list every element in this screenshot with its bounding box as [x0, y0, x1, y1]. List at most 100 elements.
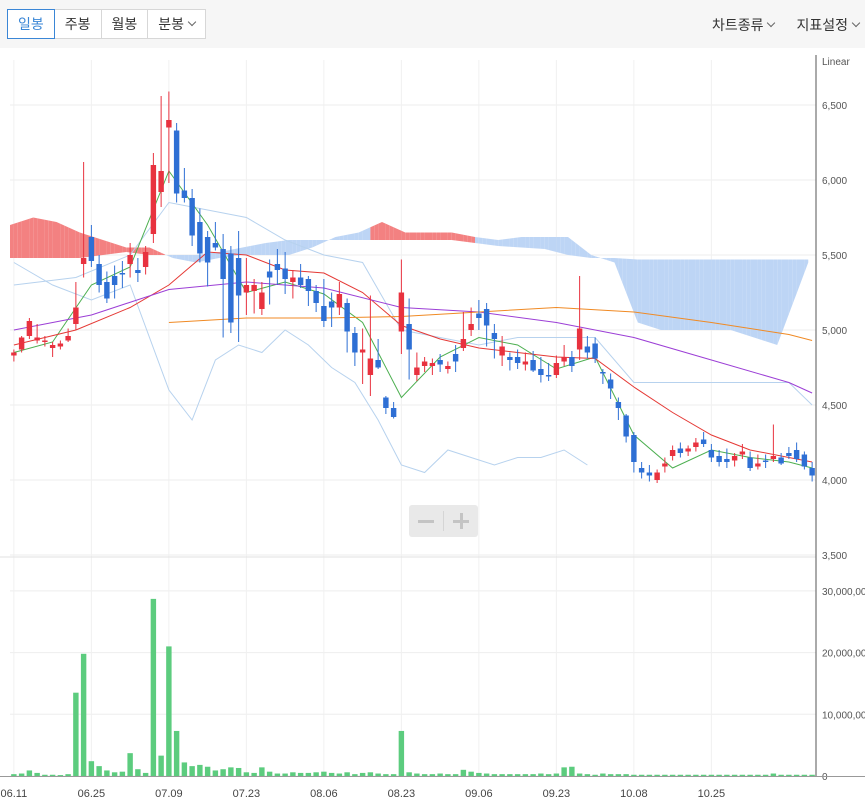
candle-down	[584, 346, 591, 353]
cloud-segment	[661, 259, 665, 330]
volume-bar	[228, 767, 234, 776]
cloud-segment	[258, 243, 262, 255]
candle-down	[375, 360, 381, 368]
candle-up	[166, 120, 172, 128]
volume-bar	[514, 774, 521, 776]
cloud-segment	[765, 259, 770, 343]
volume-bar	[73, 692, 79, 776]
candle-up	[290, 277, 296, 282]
volume-bar	[297, 772, 304, 776]
cloud-segment	[393, 227, 398, 240]
volume-bar	[150, 598, 157, 776]
y-tick-label: 6,500	[822, 101, 847, 112]
cloud-segment	[746, 259, 751, 337]
volume-bar	[801, 774, 808, 776]
volume-bar	[468, 771, 474, 776]
volume-bar	[243, 772, 250, 776]
cloud-segment	[281, 240, 286, 255]
candle-up	[127, 255, 133, 264]
cloud-segment	[498, 239, 503, 247]
volume-bar	[173, 730, 180, 776]
cloud-segment	[362, 229, 367, 240]
candle-down	[646, 472, 653, 476]
candle-down	[88, 237, 95, 261]
y-tick-label: 20,000,00	[822, 649, 865, 660]
volume-bar	[390, 774, 397, 776]
cloud-segment	[347, 234, 351, 240]
candle-up	[561, 357, 567, 362]
volume-bar	[398, 730, 405, 776]
candle-up	[251, 285, 257, 291]
lagging-span-line	[13, 262, 588, 474]
cloud-segment	[742, 259, 747, 335]
volume-bar	[646, 774, 653, 776]
tab-daily-label: 일봉	[18, 16, 44, 32]
cloud-segment	[137, 247, 142, 254]
cloud-segment	[401, 230, 406, 240]
period-tabs: 일봉 주봉 월봉 분봉	[7, 9, 207, 39]
cloud-segment	[250, 245, 255, 255]
volume-bar	[42, 774, 48, 776]
cloud-segment	[800, 259, 805, 284]
cloud-segment	[672, 259, 677, 330]
cloud-segment	[533, 237, 537, 249]
cloud-segment	[118, 245, 123, 253]
x-tick-label: 10.08	[620, 788, 648, 800]
indicator-settings-menu[interactable]: 지표설정	[796, 15, 861, 35]
cloud-segment	[106, 241, 111, 255]
volume-bar	[344, 772, 350, 776]
cloud-segment	[622, 258, 627, 293]
candle-down	[313, 291, 319, 303]
cloud-segment	[761, 259, 766, 342]
tab-monthly[interactable]: 월봉	[100, 9, 149, 39]
cloud-segment	[370, 225, 375, 240]
cloud-segment	[285, 240, 289, 255]
tab-daily[interactable]: 일봉	[7, 9, 55, 39]
cloud-segment	[413, 232, 417, 240]
cloud-segment	[695, 259, 700, 330]
volume-bar	[266, 771, 273, 776]
cloud-segment	[409, 232, 413, 240]
candle-down	[483, 309, 490, 326]
volume-bar	[654, 774, 660, 776]
cloud-segment	[292, 240, 297, 254]
cloud-segment	[630, 259, 634, 313]
cloud-segment	[579, 246, 584, 257]
cloud-segment	[583, 249, 588, 258]
volume-bar	[274, 773, 281, 776]
cloud-segment	[715, 259, 720, 330]
candle-down	[801, 454, 808, 467]
stock-chart[interactable]: 3,500 4,000 4,500 5,000 5,500 6,000 6,500 Linea…	[0, 48, 865, 800]
cloud-segment	[331, 237, 336, 240]
chart-grid	[10, 60, 816, 777]
x-tick-label: 09.23	[543, 788, 571, 800]
volume-bar	[96, 766, 102, 776]
candle-down	[708, 450, 715, 458]
candle-down	[352, 333, 358, 353]
cloud-segment	[277, 241, 282, 255]
candle-down	[677, 448, 684, 453]
volume-series	[11, 598, 815, 776]
cloud-segment	[447, 232, 452, 240]
cloud-segment	[157, 251, 162, 255]
cloud-segment	[10, 223, 14, 258]
candle-up	[49, 345, 56, 348]
candle-down	[530, 360, 536, 371]
cloud-segment	[540, 237, 545, 249]
cloud-segment	[339, 235, 344, 240]
cloud-segment	[75, 230, 80, 258]
tab-minute[interactable]: 분봉	[147, 9, 207, 39]
zoom-out-button[interactable]	[409, 505, 443, 537]
volume-bar	[483, 773, 490, 776]
chart-type-menu[interactable]: 차트종류	[712, 15, 776, 35]
volume-bar	[631, 774, 637, 776]
y-tick-label: 3,500	[822, 551, 847, 562]
zoom-in-button[interactable]	[444, 505, 478, 537]
candle-up	[755, 463, 761, 467]
cloud-segment	[83, 233, 88, 258]
cloud-segment	[641, 259, 646, 325]
candle-up	[18, 337, 25, 350]
cloud-segment	[161, 252, 165, 255]
volume-bar	[569, 766, 575, 776]
tab-weekly[interactable]: 주봉	[53, 9, 102, 39]
